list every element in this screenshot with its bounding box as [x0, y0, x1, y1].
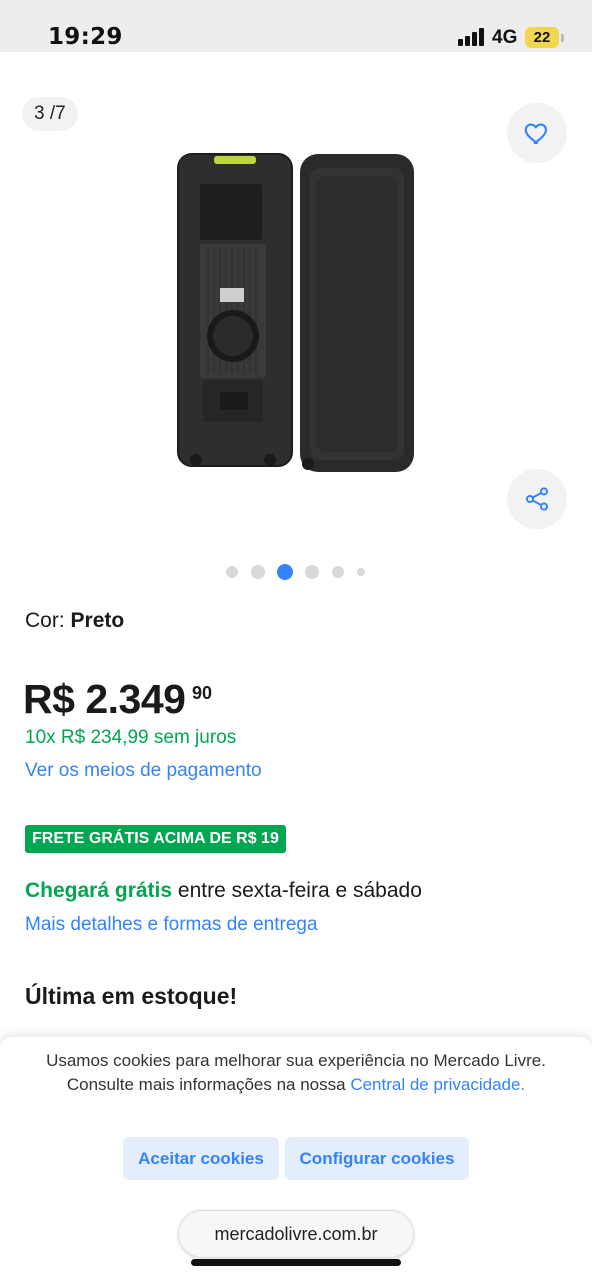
accept-cookies-button[interactable]: Aceitar cookies — [123, 1137, 279, 1180]
color-selection: Cor: Preto — [25, 609, 124, 633]
home-indicator[interactable] — [191, 1259, 401, 1266]
color-value: Preto — [70, 609, 125, 632]
payment-methods-link[interactable]: Ver os meios de pagamento — [25, 760, 262, 782]
delivery-highlight: Chegará grátis — [25, 879, 173, 902]
product-image[interactable] — [170, 148, 422, 480]
price-integer: 2.349 — [85, 676, 186, 722]
delivery-details-link[interactable]: Mais detalhes e formas de entrega — [25, 914, 318, 936]
gallery-dots — [0, 563, 592, 581]
favorite-button[interactable] — [507, 103, 567, 163]
price: R$ 2.349 90 — [23, 676, 212, 728]
gallery-dot[interactable] — [332, 566, 344, 578]
gallery-counter: 3 /7 — [22, 97, 78, 131]
stock-status: Última em estoque! — [25, 983, 238, 1009]
status-bar: 19:29 4G 22 — [0, 0, 592, 52]
gallery-dot-active[interactable] — [277, 564, 293, 580]
delivery-info: Chegará grátis entre sexta-feira e sábad… — [25, 879, 422, 903]
gallery-dot[interactable] — [251, 565, 265, 579]
gallery-dot[interactable] — [357, 568, 365, 576]
gallery-dot[interactable] — [305, 565, 319, 579]
browser-url-bar[interactable]: mercadolivre.com.br — [178, 1210, 414, 1258]
share-icon — [525, 487, 549, 511]
cookie-message: Usamos cookies para melhorar sua experiê… — [40, 1049, 552, 1097]
battery-tip — [561, 34, 564, 42]
status-time: 19:29 — [48, 24, 123, 50]
delivery-dates: entre sexta-feira e sábado — [177, 879, 422, 902]
color-label: Cor: — [25, 609, 65, 632]
share-button[interactable] — [507, 469, 567, 529]
cellular-signal-icon — [458, 28, 486, 46]
price-cents: 90 — [192, 683, 213, 703]
price-currency: R$ — [23, 676, 75, 722]
network-type: 4G — [492, 27, 518, 48]
free-shipping-badge: FRETE GRÁTIS ACIMA DE R$ 19 — [25, 825, 286, 853]
cookie-banner: Usamos cookies para melhorar sua experiê… — [0, 1037, 592, 1280]
battery-icon: 22 — [525, 27, 559, 48]
product-page: 19:29 4G 22 3 /7 Cor: Preto R$ 2.349 90 … — [0, 0, 592, 1280]
configure-cookies-button[interactable]: Configurar cookies — [285, 1137, 469, 1180]
heart-icon — [524, 123, 547, 144]
privacy-center-link[interactable]: Central de privacidade. — [350, 1075, 525, 1094]
installments-text: 10x R$ 234,99 sem juros — [25, 727, 237, 748]
gallery-dot[interactable] — [226, 566, 238, 578]
